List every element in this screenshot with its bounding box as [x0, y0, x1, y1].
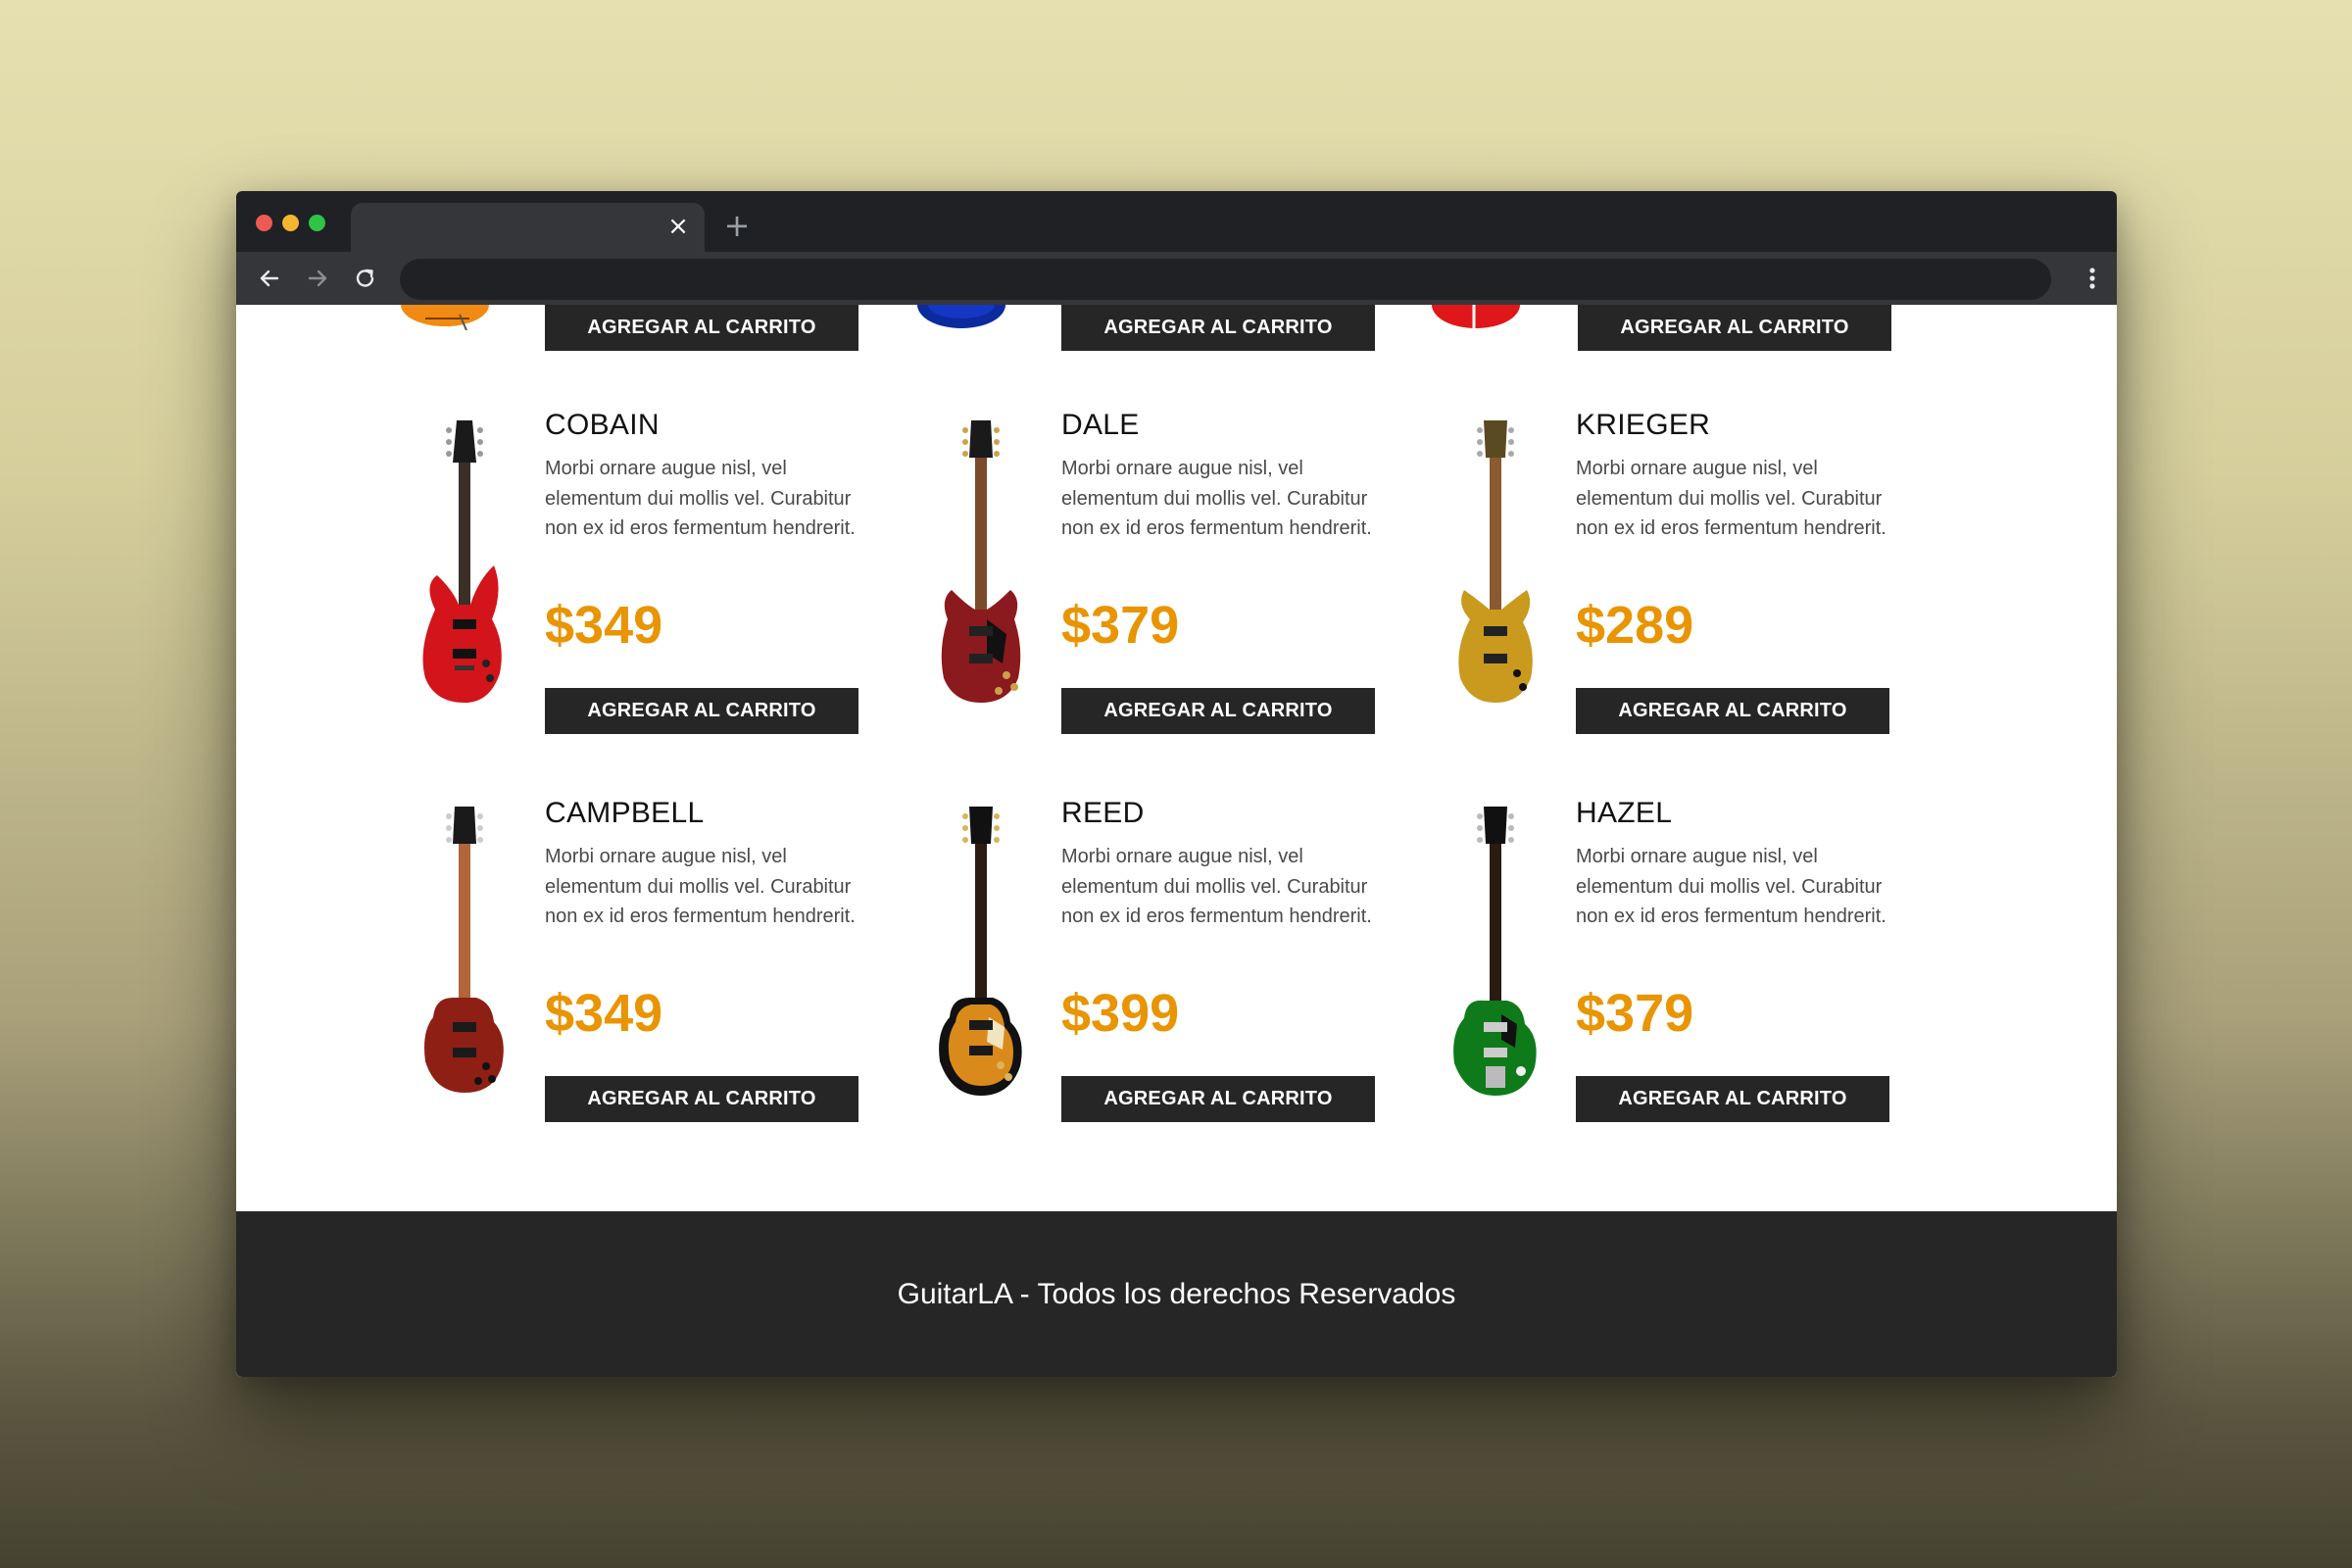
product-price: $399: [1061, 984, 1180, 1043]
browser-window: × + AGREGAR AL CARRITO AGREGAR AL CARRIT…: [236, 191, 2117, 1377]
product-name: REED: [1061, 797, 1145, 829]
add-to-cart-button[interactable]: AGREGAR AL CARRITO: [1578, 305, 1891, 351]
product-description: Morbi ornare augue nisl, vel elementum d…: [1061, 846, 1372, 927]
product-description: Morbi ornare augue nisl, vel elementum d…: [1061, 458, 1372, 539]
add-to-cart-button[interactable]: AGREGAR AL CARRITO: [1576, 1076, 1889, 1122]
add-to-cart-button[interactable]: AGREGAR AL CARRITO: [1061, 305, 1375, 351]
browser-tab[interactable]: ×: [351, 203, 705, 252]
close-window-icon[interactable]: [256, 215, 272, 231]
product-card: DALE Morbi ornare augue nisl, vel elemen…: [912, 409, 1422, 734]
green-les-paul-guitar-icon: [1427, 797, 1564, 1120]
new-tab-icon[interactable]: +: [722, 210, 752, 241]
minimize-window-icon[interactable]: [282, 215, 299, 231]
cherry-sg-guitar-icon: [912, 409, 1050, 732]
product-price: $379: [1576, 984, 1694, 1043]
product-description: Morbi ornare augue nisl, vel elementum d…: [1576, 458, 1886, 539]
add-to-cart-button[interactable]: AGREGAR AL CARRITO: [1576, 688, 1889, 734]
tab-close-icon[interactable]: ×: [665, 214, 691, 239]
reload-icon[interactable]: [352, 265, 379, 292]
add-to-cart-button[interactable]: AGREGAR AL CARRITO: [1061, 688, 1375, 734]
site-footer: GuitarLA - Todos los derechos Reservados: [236, 1211, 2117, 1377]
back-arrow-icon[interactable]: [256, 265, 283, 292]
gold-electric-guitar-icon: [1427, 409, 1564, 732]
partial-guitar-image: [1427, 305, 1525, 330]
partial-guitar-image: [396, 305, 494, 330]
add-to-cart-button[interactable]: AGREGAR AL CARRITO: [1061, 1076, 1375, 1122]
product-card: KRIEGER Morbi ornare augue nisl, vel ele…: [1427, 409, 1936, 734]
add-to-cart-button[interactable]: AGREGAR AL CARRITO: [545, 1076, 858, 1122]
product-card: COBAIN Morbi ornare augue nisl, vel elem…: [396, 409, 906, 734]
kebab-menu-icon[interactable]: [2087, 265, 2097, 292]
product-price: $379: [1061, 596, 1180, 655]
add-to-cart-button[interactable]: AGREGAR AL CARRITO: [545, 305, 858, 351]
red-les-paul-guitar-icon: [396, 797, 533, 1120]
page-viewport: AGREGAR AL CARRITO AGREGAR AL CARRITO AG…: [236, 305, 2117, 1377]
product-description: Morbi ornare augue nisl, vel elementum d…: [1576, 846, 1886, 927]
product-name: COBAIN: [545, 409, 660, 441]
sunburst-les-paul-guitar-icon: [912, 797, 1050, 1120]
maximize-window-icon[interactable]: [309, 215, 325, 231]
forward-arrow-icon[interactable]: [304, 265, 331, 292]
product-price: $349: [545, 984, 663, 1043]
product-name: HAZEL: [1576, 797, 1673, 829]
product-card: REED Morbi ornare augue nisl, vel elemen…: [912, 797, 1422, 1122]
product-name: CAMPBELL: [545, 797, 705, 829]
footer-copyright: GuitarLA - Todos los derechos Reservados: [897, 1278, 1456, 1310]
product-card: HAZEL Morbi ornare augue nisl, vel eleme…: [1427, 797, 1936, 1122]
browser-toolbar: [236, 252, 2117, 305]
browser-titlebar: × +: [236, 191, 2117, 252]
product-description: Morbi ornare augue nisl, vel elementum d…: [545, 846, 856, 927]
product-name: DALE: [1061, 409, 1140, 441]
red-electric-guitar-icon: [396, 409, 533, 732]
address-bar[interactable]: [400, 259, 2051, 300]
partial-guitar-image: [912, 305, 1010, 330]
product-name: KRIEGER: [1576, 409, 1711, 441]
product-card: CAMPBELL Morbi ornare augue nisl, vel el…: [396, 797, 906, 1122]
product-price: $349: [545, 596, 663, 655]
product-description: Morbi ornare augue nisl, vel elementum d…: [545, 458, 856, 539]
add-to-cart-button[interactable]: AGREGAR AL CARRITO: [545, 688, 858, 734]
product-price: $289: [1576, 596, 1694, 655]
